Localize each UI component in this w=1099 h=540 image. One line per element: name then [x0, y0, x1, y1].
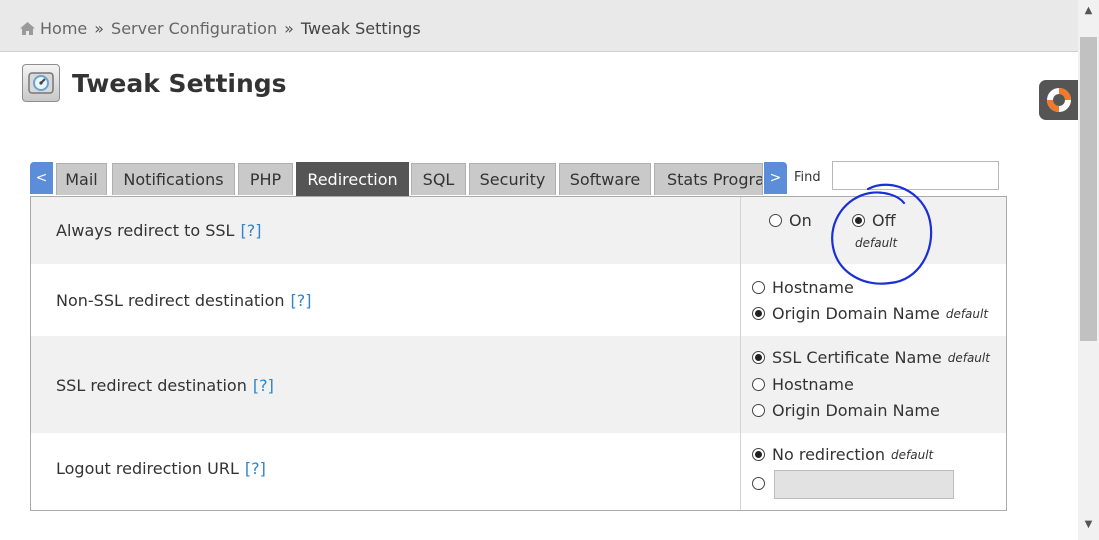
find-input[interactable]: [832, 161, 999, 190]
tab-next-arrow[interactable]: >: [764, 162, 787, 194]
find-label: Find: [794, 170, 821, 185]
setting-row-always-redirect-ssl: Always redirect to SSL [?] On Off default: [31, 197, 1006, 264]
tab-mail[interactable]: Mail: [56, 163, 107, 195]
breadcrumb-section-link[interactable]: Server Configuration: [111, 19, 277, 38]
setting-label-text: SSL redirect destination: [56, 376, 247, 395]
option-origin-domain-name[interactable]: Origin Domain Name default: [752, 304, 988, 323]
breadcrumb-separator: »: [284, 19, 294, 38]
help-link[interactable]: [?]: [291, 291, 312, 310]
breadcrumb-separator: »: [94, 19, 105, 38]
setting-row-non-ssl-destination: Non-SSL redirect destination [?] Hostname…: [31, 264, 1006, 336]
tab-sql[interactable]: SQL: [411, 163, 466, 195]
setting-row-ssl-destination: SSL redirect destination [?] SSL Certific…: [31, 336, 1006, 433]
option-label: Hostname: [772, 278, 854, 297]
option-label: No redirection: [772, 445, 886, 464]
radio-hostname[interactable]: [752, 281, 765, 294]
option-custom-url[interactable]: [752, 477, 772, 490]
radio-hostname[interactable]: [752, 378, 765, 391]
breadcrumb-home-link[interactable]: Home: [40, 19, 87, 38]
breadcrumb: Home » Server Configuration » Tweak Sett…: [20, 19, 421, 38]
breadcrumb-bar: Home » Server Configuration » Tweak Sett…: [0, 0, 1078, 52]
option-off[interactable]: Off: [852, 211, 896, 230]
option-label: SSL Certificate Name: [772, 348, 942, 367]
breadcrumb-current: Tweak Settings: [300, 19, 421, 38]
radio-origin-domain-name[interactable]: [752, 404, 765, 417]
option-no-redirection[interactable]: No redirection default: [752, 445, 933, 464]
page-title: Tweak Settings: [72, 68, 287, 98]
vertical-scrollbar[interactable]: ▲ ▼: [1078, 0, 1099, 540]
tab-stats-programs[interactable]: Stats Progra: [654, 163, 763, 195]
column-divider: [740, 433, 741, 510]
option-label: On: [789, 211, 812, 230]
radio-no-redirection[interactable]: [752, 448, 765, 461]
setting-label: Logout redirection URL [?]: [56, 459, 266, 478]
help-link[interactable]: [?]: [253, 376, 274, 395]
setting-label: Non-SSL redirect destination [?]: [56, 291, 312, 310]
radio-custom-url[interactable]: [752, 477, 765, 490]
option-on[interactable]: On: [769, 211, 812, 230]
tab-redirection[interactable]: Redirection: [296, 162, 409, 196]
logout-url-input[interactable]: [774, 470, 954, 499]
tab-software[interactable]: Software: [559, 163, 651, 195]
default-tag: default: [855, 236, 898, 250]
home-icon[interactable]: [20, 22, 35, 35]
option-label: Origin Domain Name: [772, 401, 940, 420]
column-divider: [740, 336, 741, 433]
scroll-down-icon[interactable]: ▼: [1078, 519, 1099, 530]
default-tag: default: [945, 306, 989, 321]
setting-label-text: Always redirect to SSL: [56, 221, 235, 240]
radio-ssl-certificate-name[interactable]: [752, 351, 765, 364]
help-widget[interactable]: [1039, 80, 1079, 120]
tab-prev-arrow[interactable]: <: [30, 162, 53, 194]
tab-php[interactable]: PHP: [238, 163, 293, 195]
option-ssl-certificate-name[interactable]: SSL Certificate Name default: [752, 348, 990, 367]
settings-table: Always redirect to SSL [?] On Off default…: [30, 196, 1007, 511]
tweak-settings-icon: [22, 64, 60, 102]
lifebuoy-icon: [1047, 88, 1071, 112]
column-divider: [740, 197, 741, 264]
option-label: Off: [872, 211, 896, 230]
setting-label: Always redirect to SSL [?]: [56, 221, 261, 240]
setting-label-text: Logout redirection URL: [56, 459, 239, 478]
help-link[interactable]: [?]: [240, 221, 261, 240]
radio-off[interactable]: [852, 214, 865, 227]
radio-origin-domain-name[interactable]: [752, 307, 765, 320]
option-label: Origin Domain Name: [772, 304, 940, 323]
default-tag: default: [891, 447, 934, 462]
option-hostname[interactable]: Hostname: [752, 278, 854, 297]
option-label: Hostname: [772, 375, 854, 394]
option-hostname[interactable]: Hostname: [752, 375, 854, 394]
scrollbar-thumb[interactable]: [1080, 37, 1097, 341]
setting-label: SSL redirect destination [?]: [56, 376, 274, 395]
tab-notifications[interactable]: Notifications: [112, 163, 235, 195]
setting-label-text: Non-SSL redirect destination: [56, 291, 285, 310]
column-divider: [740, 264, 741, 336]
scroll-up-icon[interactable]: ▲: [1078, 5, 1099, 16]
help-link[interactable]: [?]: [245, 459, 266, 478]
tab-security[interactable]: Security: [469, 163, 556, 195]
option-origin-domain-name[interactable]: Origin Domain Name: [752, 401, 940, 420]
page-header: Tweak Settings: [22, 64, 287, 102]
default-tag: default: [947, 350, 990, 365]
radio-on[interactable]: [769, 214, 782, 227]
